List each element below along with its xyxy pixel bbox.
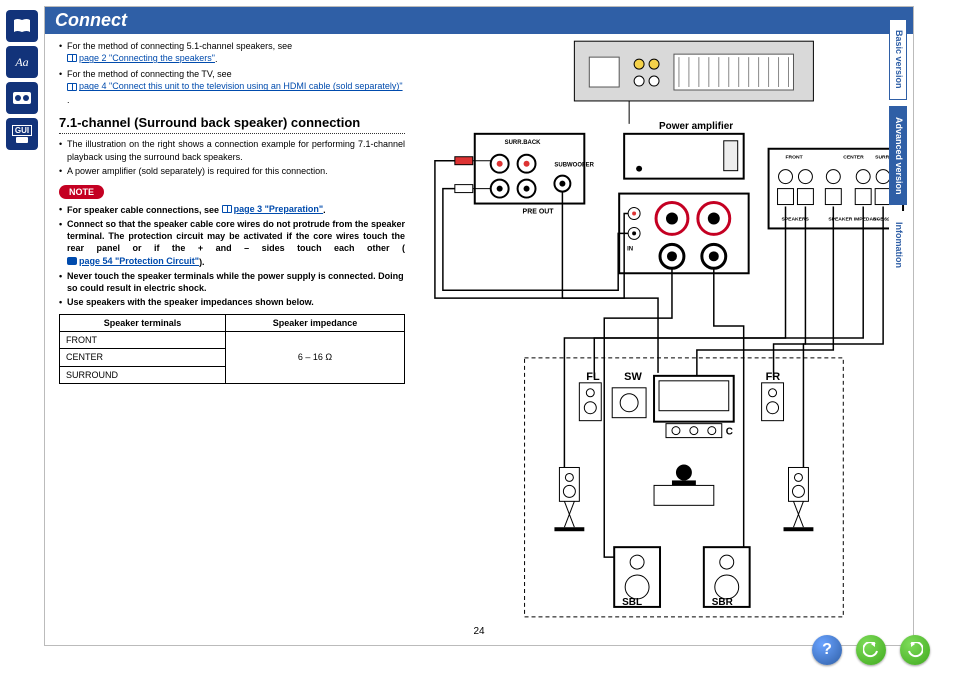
nav-icon-gui[interactable]: GUI [6, 118, 38, 150]
svg-text:SURR.BACK: SURR.BACK [505, 140, 542, 146]
svg-text:SBL: SBL [622, 597, 642, 608]
book-icon [67, 83, 77, 91]
svg-text:SUBWOOFER: SUBWOOFER [554, 163, 594, 169]
page-title: Connect [45, 7, 913, 34]
tab-advanced[interactable]: Advanced version [889, 106, 907, 206]
note-bullet: Use speakers with the speaker impedances… [59, 296, 405, 308]
page-number: 24 [473, 626, 484, 637]
note-bullet: Never touch the speaker terminals while … [59, 270, 405, 294]
amp-label: Power amplifier [659, 121, 733, 132]
svg-text:CENTER: CENTER [843, 155, 864, 161]
nav-icon-toc[interactable] [6, 10, 38, 42]
book-icon [222, 205, 232, 213]
subheading: 7.1-channel (Surround back speaker) conn… [59, 114, 405, 135]
next-page-button[interactable] [900, 635, 930, 665]
help-button[interactable]: ? [812, 635, 842, 665]
svg-text:FRONT: FRONT [786, 155, 803, 161]
link-page3[interactable]: page 3 "Preparation" [222, 203, 324, 215]
link-page2[interactable]: page 2 "Connecting the speakers" [67, 52, 215, 64]
connection-diagram: SURR.BACK SUBWOOFER PRE OUT [415, 34, 913, 642]
nav-icon-movies[interactable] [6, 82, 38, 114]
note-bullet: For speaker cable connections, see page … [59, 203, 405, 216]
sub-bullet: A power amplifier (sold separately) is r… [59, 165, 405, 177]
sub-bullet: The illustration on the right shows a co… [59, 138, 405, 162]
hand-icon [67, 257, 77, 265]
book-icon [67, 54, 77, 62]
svg-text:FL: FL [586, 371, 600, 383]
svg-text:SW: SW [624, 371, 642, 383]
nav-icon-glossary[interactable]: Aa [6, 46, 38, 78]
prev-page-button[interactable] [856, 635, 886, 665]
link-page54[interactable]: page 54 "Protection Circuit" [67, 255, 199, 267]
svg-text:FR: FR [766, 371, 781, 383]
note-badge: NOTE [59, 185, 104, 199]
page-frame: Connect For the method of connecting 5.1… [44, 6, 914, 646]
text-column: For the method of connecting 5.1-channel… [45, 34, 415, 642]
tab-basic[interactable]: Basic version [889, 19, 907, 100]
link-page4[interactable]: page 4 "Connect this unit to the televis… [67, 80, 403, 92]
note-bullet: Connect so that the speaker cable core w… [59, 218, 405, 268]
intro-bullet: For the method of connecting 5.1-channel… [59, 40, 405, 65]
svg-text:SBR: SBR [712, 597, 733, 608]
svg-text:C: C [726, 427, 733, 438]
svg-text:PRE OUT: PRE OUT [523, 209, 555, 216]
svg-text:IN: IN [627, 246, 633, 252]
tab-information[interactable]: Infomation [889, 211, 907, 279]
intro-bullet: For the method of connecting the TV, see… [59, 68, 405, 105]
impedance-table: Speaker terminalsSpeaker impedance FRONT… [59, 314, 405, 384]
